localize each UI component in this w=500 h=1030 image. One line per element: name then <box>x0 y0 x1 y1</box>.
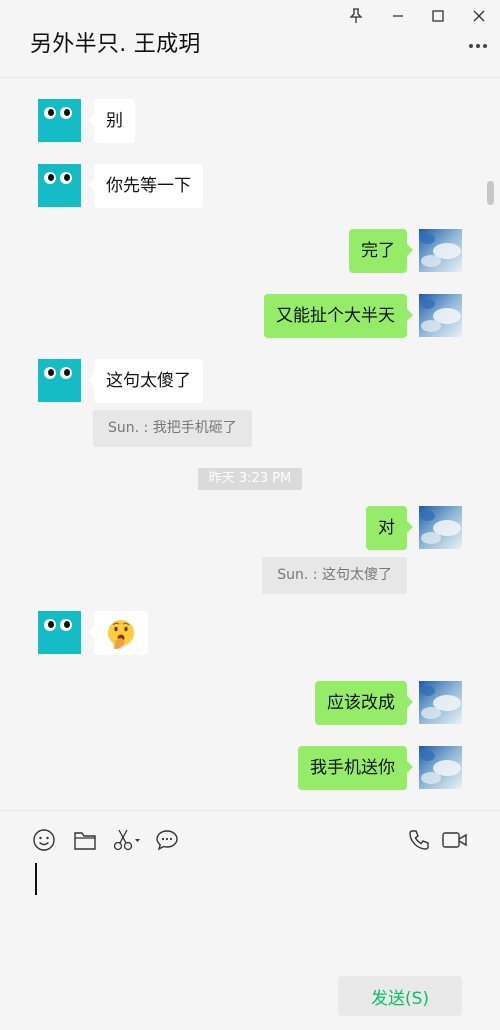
my-avatar[interactable] <box>419 681 462 724</box>
pin-icon[interactable] <box>344 4 368 28</box>
maximize-icon[interactable] <box>426 4 450 28</box>
send-button[interactable]: 发送(S) <box>338 976 462 1016</box>
my-avatar[interactable] <box>419 229 462 272</box>
message-bubble-outgoing[interactable]: 对 <box>366 506 413 550</box>
message-bubble-incoming[interactable]: 这句太傻了 <box>88 359 203 403</box>
message-bubble-outgoing[interactable]: 应该改成 <box>315 681 413 725</box>
my-avatar[interactable] <box>419 506 462 549</box>
more-options-icon[interactable] <box>466 36 490 56</box>
hand-over-mouth-emoji-icon <box>108 620 134 649</box>
friend-avatar[interactable] <box>38 359 81 402</box>
video-call-icon[interactable] <box>441 827 469 853</box>
message-bubble-incoming[interactable]: 别 <box>88 99 135 143</box>
message-bubble-outgoing[interactable]: 我手机送你 <box>298 746 413 790</box>
chat-bubble-icon[interactable] <box>154 827 180 853</box>
chat-window: 另外半只. 王成玥 别 你先等一下 完了 又能扯个大半天 这句太傻了 Sun. … <box>0 0 500 1030</box>
text-caret <box>35 863 37 895</box>
message-bubble-incoming[interactable]: 🫢 <box>88 611 148 655</box>
friend-avatar[interactable] <box>38 99 81 142</box>
composer: 发送(S) <box>0 810 500 1030</box>
chat-title: 另外半只. 王成玥 <box>30 32 201 57</box>
close-icon[interactable] <box>467 4 491 28</box>
message-bubble-outgoing[interactable]: 完了 <box>349 229 413 273</box>
scrollbar-thumb[interactable] <box>487 181 494 205</box>
quoted-reply[interactable]: Sun. : 这句太傻了 <box>262 557 407 594</box>
emoji-icon[interactable] <box>31 827 57 853</box>
my-avatar[interactable] <box>419 294 462 337</box>
voice-call-icon[interactable] <box>406 827 432 853</box>
message-bubble-incoming[interactable]: 你先等一下 <box>88 164 203 208</box>
message-bubble-outgoing[interactable]: 又能扯个大半天 <box>264 294 413 338</box>
friend-avatar[interactable] <box>38 611 81 654</box>
message-list[interactable]: 别 你先等一下 完了 又能扯个大半天 这句太傻了 Sun. : 我把手机砸了 昨… <box>0 78 500 810</box>
friend-avatar[interactable] <box>38 164 81 207</box>
minimize-icon[interactable] <box>386 4 410 28</box>
folder-icon[interactable] <box>72 827 98 853</box>
chat-header: 另外半只. 王成玥 <box>0 0 500 78</box>
timestamp: 昨天 3:23 PM <box>198 468 302 490</box>
screenshot-scissors-icon[interactable] <box>112 827 142 853</box>
my-avatar[interactable] <box>419 746 462 789</box>
quoted-reply[interactable]: Sun. : 我把手机砸了 <box>93 410 252 447</box>
message-input[interactable] <box>30 861 470 961</box>
